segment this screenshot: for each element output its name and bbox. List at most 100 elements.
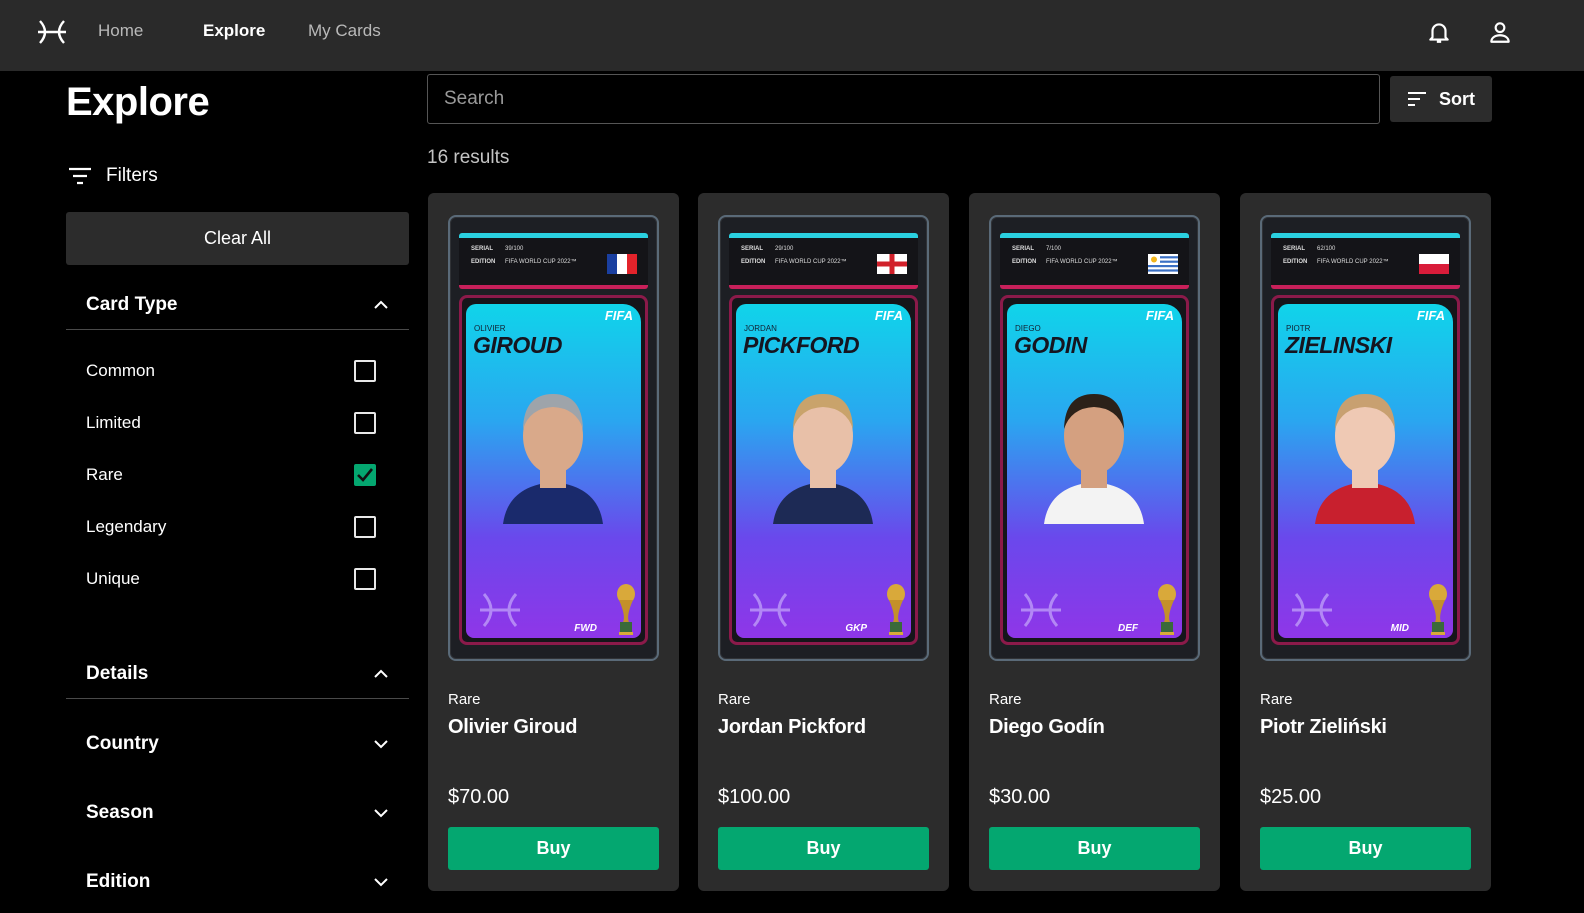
rare-checkbox[interactable]	[354, 464, 376, 486]
edition-name: FIFA WORLD CUP 2022™	[1317, 259, 1389, 265]
card-portrait-panel: FIFA PIOTR ZIELINSKI MID	[1278, 304, 1453, 638]
poland-flag-icon	[1419, 254, 1449, 274]
serial-number: 39/100	[505, 246, 524, 252]
edition-label: EDITION	[741, 259, 766, 265]
player-card[interactable]: SERIAL 29/100 EDITION FIFA WORLD CUP 202…	[698, 193, 949, 891]
buy-button[interactable]: Buy	[989, 827, 1200, 870]
brand-watermark-icon	[480, 593, 520, 627]
card-type-label: Card Type	[86, 293, 178, 315]
card-body: FIFA JORDAN PICKFORD GKP	[729, 295, 918, 645]
player-portrait-icon	[1044, 394, 1144, 524]
season-filter-toggle[interactable]: Season	[66, 788, 409, 838]
player-name[interactable]: Olivier Giroud	[448, 716, 577, 739]
player-card[interactable]: SERIAL 39/100 EDITION FIFA WORLD CUP 202…	[428, 193, 679, 891]
card-header-strip: SERIAL 39/100 EDITION FIFA WORLD CUP 202…	[459, 233, 648, 289]
checkmark-icon	[357, 468, 373, 482]
unique-checkbox[interactable]	[354, 568, 376, 590]
card-rarity: Rare	[1260, 691, 1293, 708]
card-rarity: Rare	[448, 691, 481, 708]
filter-lines-icon	[69, 167, 91, 185]
player-card[interactable]: SERIAL 62/100 EDITION FIFA WORLD CUP 202…	[1240, 193, 1491, 891]
sort-lines-icon	[1408, 92, 1426, 106]
fifa-brand-label: FIFA	[874, 308, 903, 323]
brand-watermark-icon	[1021, 593, 1061, 627]
card-artwork[interactable]: SERIAL 39/100 EDITION FIFA WORLD CUP 202…	[448, 215, 659, 661]
edition-name: FIFA WORLD CUP 2022™	[1046, 259, 1118, 265]
card-body: FIFA PIOTR ZIELINSKI MID	[1271, 295, 1460, 645]
edition-label: EDITION	[1012, 259, 1037, 265]
france-flag-icon	[607, 254, 637, 274]
season-label: Season	[86, 802, 154, 823]
player-last-name: ZIELINSKI	[1285, 332, 1392, 358]
card-price: $25.00	[1260, 786, 1322, 808]
sort-button[interactable]: Sort	[1390, 76, 1492, 122]
filters-header[interactable]: Filters	[68, 165, 158, 187]
card-artwork[interactable]: SERIAL 62/100 EDITION FIFA WORLD CUP 202…	[1260, 215, 1471, 661]
nav-home-link[interactable]: Home	[98, 21, 143, 41]
player-name[interactable]: Piotr Zieliński	[1260, 716, 1387, 739]
clear-all-button[interactable]: Clear All	[66, 212, 409, 265]
chevron-down-icon	[374, 809, 388, 818]
card-rarity: Rare	[718, 691, 751, 708]
player-position-label: GKP	[845, 623, 867, 634]
country-filter-toggle[interactable]: Country	[66, 719, 409, 769]
edition-filter-toggle[interactable]: Edition	[66, 857, 409, 907]
edition-label: EDITION	[1283, 259, 1308, 265]
player-portrait-icon	[773, 394, 873, 524]
player-last-name: GODIN	[1014, 332, 1087, 358]
card-body: FIFA DIEGO GODIN DEF	[1000, 295, 1189, 645]
buy-button[interactable]: Buy	[718, 827, 929, 870]
player-card[interactable]: SERIAL 7/100 EDITION FIFA WORLD CUP 2022…	[969, 193, 1220, 891]
card-type-option[interactable]: Common	[86, 356, 376, 386]
results-count: 16 results	[427, 147, 510, 168]
world-cup-trophy-icon	[887, 584, 905, 635]
page-title: Explore	[66, 80, 210, 124]
world-cup-trophy-icon	[1158, 584, 1176, 635]
common-checkbox[interactable]	[354, 360, 376, 382]
country-label: Country	[86, 733, 159, 754]
brand-watermark-icon	[1292, 593, 1332, 627]
buy-button[interactable]: Buy	[1260, 827, 1471, 870]
buy-button[interactable]: Buy	[448, 827, 659, 870]
player-last-name: GIROUD	[473, 332, 563, 358]
chevron-down-icon	[374, 878, 388, 887]
legendary-checkbox[interactable]	[354, 516, 376, 538]
chevron-up-icon	[374, 300, 388, 309]
card-body: FIFA OLIVIER GIROUD FWD	[459, 295, 648, 645]
player-position-label: FWD	[574, 623, 597, 634]
card-portrait-panel: FIFA OLIVIER GIROUD FWD	[466, 304, 641, 638]
card-artwork[interactable]: SERIAL 7/100 EDITION FIFA WORLD CUP 2022…	[989, 215, 1200, 661]
world-cup-trophy-icon	[1429, 584, 1447, 635]
card-type-option[interactable]: Legendary	[86, 512, 376, 542]
brand-logo-icon[interactable]	[36, 17, 68, 47]
details-section-toggle[interactable]: Details	[66, 649, 409, 699]
world-cup-trophy-icon	[617, 584, 635, 635]
card-header-strip: SERIAL 29/100 EDITION FIFA WORLD CUP 202…	[729, 233, 918, 289]
fifa-brand-label: FIFA	[1145, 308, 1174, 323]
limited-checkbox[interactable]	[354, 412, 376, 434]
fifa-brand-label: FIFA	[1416, 308, 1445, 323]
card-type-option[interactable]: Rare	[86, 460, 376, 490]
option-label: Rare	[86, 465, 123, 484]
search-input[interactable]	[427, 74, 1380, 124]
edition-label: EDITION	[471, 259, 496, 265]
user-profile-icon[interactable]	[1487, 19, 1513, 45]
option-label: Limited	[86, 413, 141, 432]
player-last-name: PICKFORD	[743, 332, 860, 358]
serial-label: SERIAL	[741, 246, 764, 252]
nav-my-cards-link[interactable]: My Cards	[308, 21, 381, 41]
serial-number: 7/100	[1046, 246, 1062, 252]
player-name[interactable]: Jordan Pickford	[718, 716, 866, 739]
sort-label: Sort	[1439, 88, 1475, 109]
edition-name: FIFA WORLD CUP 2022™	[775, 259, 847, 265]
card-type-option[interactable]: Unique	[86, 564, 376, 594]
bell-icon[interactable]	[1426, 19, 1452, 45]
player-name[interactable]: Diego Godín	[989, 716, 1105, 739]
chevron-up-icon	[374, 669, 388, 678]
card-type-section-toggle[interactable]: Card Type	[66, 280, 409, 330]
card-rarity: Rare	[989, 691, 1022, 708]
card-type-option[interactable]: Limited	[86, 408, 376, 438]
card-artwork[interactable]: SERIAL 29/100 EDITION FIFA WORLD CUP 202…	[718, 215, 929, 661]
chevron-down-icon	[374, 740, 388, 749]
nav-explore-link[interactable]: Explore	[203, 21, 265, 41]
